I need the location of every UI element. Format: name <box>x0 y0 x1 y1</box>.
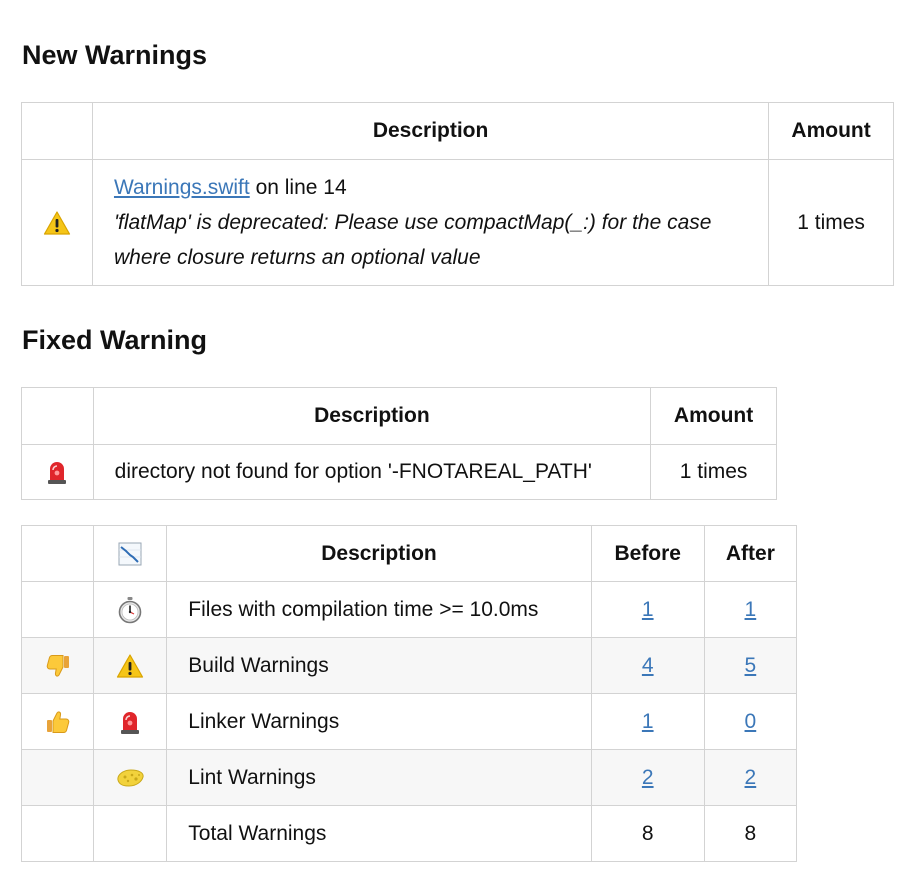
new-warnings-heading: New Warnings <box>22 40 208 70</box>
after-link[interactable]: 5 <box>745 654 757 677</box>
warning-icon <box>43 210 71 236</box>
after-cell: 8 <box>703 805 798 862</box>
line-text: on line 14 <box>249 176 347 199</box>
before-cell: 8 <box>590 805 705 862</box>
header-icon-cell <box>21 102 93 160</box>
trend-cell <box>20 581 95 638</box>
row-description: Files with compilation time >= 10.0ms <box>166 581 592 638</box>
sponge-icon <box>115 766 145 790</box>
row-description: Linker Warnings <box>166 693 592 750</box>
icon-cell <box>93 637 168 694</box>
header-description: Description <box>91 102 770 160</box>
stopwatch-icon <box>117 596 143 624</box>
before-link[interactable]: 4 <box>642 654 654 677</box>
before-cell: 1 <box>590 693 705 750</box>
icon-cell <box>21 444 94 500</box>
fixed-warning-table: Description Amount directory not found f… <box>21 387 777 500</box>
chart-decreasing-icon <box>118 542 142 566</box>
summary-table: Description Before After Files with comp… <box>20 525 798 862</box>
after-link[interactable]: 0 <box>745 710 757 733</box>
fixed-description-cell: directory not found for option '-FNOTARE… <box>92 444 652 500</box>
before-cell: 1 <box>590 581 705 638</box>
icon-cell <box>93 805 168 862</box>
after-link[interactable]: 1 <box>745 598 757 621</box>
amount-cell: 1 times <box>650 444 777 500</box>
file-link[interactable]: Warnings.swift <box>114 176 250 199</box>
header-before: Before <box>590 525 705 582</box>
after-cell: 5 <box>703 637 798 694</box>
table-row: Lint Warnings 2 2 <box>20 749 798 806</box>
trend-cell <box>20 749 95 806</box>
trend-cell <box>20 637 95 694</box>
after-link[interactable]: 2 <box>745 766 757 789</box>
warning-description-cell: Warnings.swift on line 14 'flatMap' is d… <box>91 159 770 286</box>
header-description: Description <box>166 525 592 582</box>
amount-cell: 1 times <box>768 159 894 286</box>
after-cell: 0 <box>703 693 798 750</box>
table-header-row: Description Amount <box>21 387 777 445</box>
table-row: Total Warnings 8 8 <box>20 805 798 862</box>
warning-icon <box>116 653 144 679</box>
table-row: Warnings.swift on line 14 'flatMap' is d… <box>21 159 894 286</box>
row-description: Build Warnings <box>166 637 592 694</box>
before-link[interactable]: 1 <box>642 710 654 733</box>
header-icon-cell <box>93 525 168 582</box>
before-link[interactable]: 1 <box>642 598 654 621</box>
after-cell: 1 <box>703 581 798 638</box>
table-row: directory not found for option '-FNOTARE… <box>21 444 777 500</box>
header-amount: Amount <box>768 102 894 160</box>
after-cell: 2 <box>703 749 798 806</box>
row-description: Lint Warnings <box>166 749 592 806</box>
header-trend-cell <box>20 525 95 582</box>
header-amount: Amount <box>650 387 777 445</box>
icon-cell <box>93 693 168 750</box>
new-warnings-table: Description Amount Warnings.swift on lin… <box>21 102 894 286</box>
header-after: After <box>703 525 798 582</box>
row-description: Total Warnings <box>166 805 592 862</box>
table-row: Linker Warnings 1 0 <box>20 693 798 750</box>
warning-message: 'flatMap' is deprecated: Please use comp… <box>113 211 712 269</box>
table-row: Build Warnings 4 5 <box>20 637 798 694</box>
header-description: Description <box>92 387 652 445</box>
before-cell: 4 <box>590 637 705 694</box>
icon-cell <box>93 581 168 638</box>
table-row: Files with compilation time >= 10.0ms 1 … <box>20 581 798 638</box>
fixed-warning-heading: Fixed Warning <box>22 325 208 355</box>
icon-cell <box>21 159 93 286</box>
table-header-row: Description Amount <box>21 102 894 160</box>
icon-cell <box>93 749 168 806</box>
table-header-row: Description Before After <box>20 525 798 582</box>
header-icon-cell <box>21 387 94 445</box>
before-link[interactable]: 2 <box>642 766 654 789</box>
trend-cell <box>20 693 95 750</box>
before-cell: 2 <box>590 749 705 806</box>
siren-icon <box>46 459 68 485</box>
siren-icon <box>119 709 141 735</box>
thumbs-down-icon <box>45 653 71 679</box>
thumbs-up-icon <box>45 709 71 735</box>
trend-cell <box>20 805 95 862</box>
